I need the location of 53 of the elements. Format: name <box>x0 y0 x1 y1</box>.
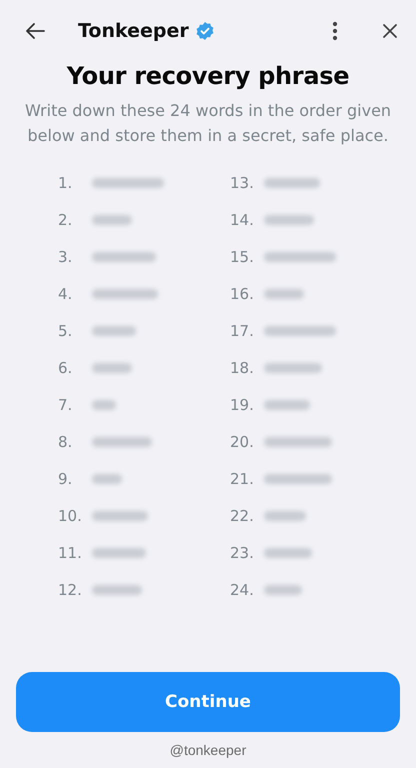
blurred-word <box>264 584 302 594</box>
word-number: 20. <box>230 432 255 450</box>
word-number: 5. <box>58 322 74 340</box>
blurred-word <box>264 288 304 298</box>
word-number: 11. <box>58 544 83 562</box>
word-number: 6. <box>58 358 74 376</box>
word-number: 3. <box>58 248 74 266</box>
blurred-word <box>264 178 320 188</box>
blurred-word <box>92 252 156 262</box>
word-number: 14. <box>230 210 255 228</box>
blurred-word <box>92 548 146 558</box>
blurred-word <box>264 510 306 520</box>
word-number: 2. <box>58 210 74 228</box>
blurred-word <box>92 178 164 188</box>
blurred-word <box>92 362 132 372</box>
word-number: 19. <box>230 396 255 414</box>
word-number: 10. <box>58 506 83 524</box>
word-number: 12. <box>58 580 83 598</box>
word-number: 16. <box>230 284 255 302</box>
blurred-word <box>92 510 148 520</box>
word-number: 24. <box>230 580 255 598</box>
word-number: 8. <box>58 432 74 450</box>
blurred-word <box>264 252 336 262</box>
blurred-word <box>264 400 310 410</box>
word-number: 23. <box>230 544 255 562</box>
blurred-word <box>92 584 142 594</box>
word-number: 13. <box>230 174 255 192</box>
blurred-word <box>92 474 122 484</box>
blurred-word <box>92 288 158 298</box>
blurred-word <box>264 474 332 484</box>
blurred-word <box>264 214 314 224</box>
page-heading: Your recovery phrase <box>66 62 350 90</box>
blurred-word <box>92 400 116 410</box>
word-number: 4. <box>58 284 74 302</box>
word-number: 7. <box>58 396 74 414</box>
continue-button[interactable]: Continue <box>16 672 400 732</box>
word-number: 17. <box>230 322 255 340</box>
word-number: 15. <box>230 248 255 266</box>
app-title: Tonkeeper <box>78 20 189 42</box>
instruction-text: Write down these 24 words in the order given below and store them in a secret, safe place. <box>24 100 392 147</box>
footer-handle: @tonkeeper <box>170 742 246 758</box>
word-number: 18. <box>230 358 255 376</box>
word-number: 21. <box>230 470 255 488</box>
blurred-word <box>92 436 152 446</box>
blurred-word <box>264 548 312 558</box>
word-number: 1. <box>58 174 74 192</box>
blurred-word <box>264 436 332 446</box>
blurred-word <box>264 326 336 336</box>
blurred-word <box>264 362 322 372</box>
blurred-word <box>92 214 132 224</box>
word-number: 9. <box>58 470 74 488</box>
blurred-word <box>92 326 136 336</box>
word-number: 22. <box>230 506 255 524</box>
